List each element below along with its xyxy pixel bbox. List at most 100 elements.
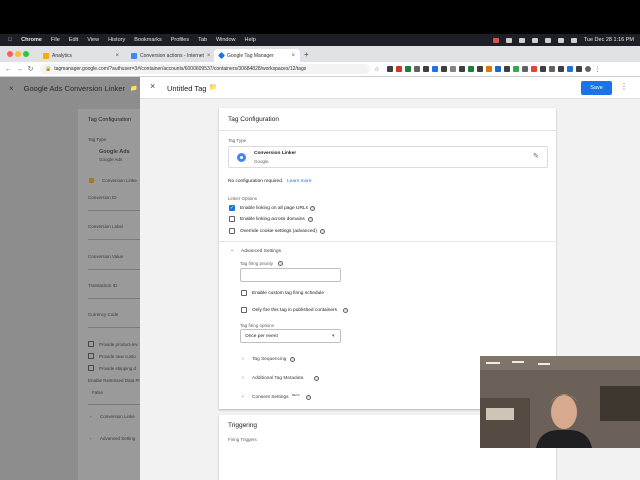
extension-icon[interactable] [522, 65, 529, 72]
advanced-settings-toggle[interactable]: Advanced Settings [241, 249, 281, 254]
menu-window[interactable]: Window [216, 37, 236, 43]
extension-icon[interactable] [405, 65, 412, 72]
menu-history[interactable]: History [108, 37, 125, 43]
extension-icon[interactable] [423, 65, 430, 72]
bookmark-star-icon[interactable]: ☆ [374, 66, 379, 73]
extension-icon[interactable] [414, 65, 421, 72]
clock[interactable]: Tue Dec 28 1:16 PM [584, 37, 634, 43]
extension-icon[interactable] [540, 65, 547, 72]
close-tab-icon[interactable]: × [291, 53, 295, 59]
extension-icon[interactable] [387, 65, 394, 72]
background-tag-sub: Google Ads [99, 157, 123, 162]
more-options-icon[interactable]: ⋮ [620, 82, 628, 91]
close-icon[interactable]: × [9, 84, 14, 93]
enable-linking-all-urls-checkbox[interactable]: ✓ [229, 205, 235, 211]
extension-icon[interactable] [504, 65, 511, 72]
url-text[interactable]: tagmanager.google.com/?authuser=3#/conta… [54, 66, 306, 72]
extension-icon[interactable] [432, 65, 439, 72]
back-icon[interactable]: ← [3, 66, 14, 73]
address-bar[interactable]: 🔒 tagmanager.google.com/?authuser=3#/con… [40, 64, 370, 74]
priority-input[interactable] [240, 268, 341, 282]
webcam-video [480, 356, 640, 448]
chevron-right-icon[interactable]: › [242, 375, 244, 381]
extension-icon[interactable] [459, 65, 466, 72]
firing-options-select[interactable]: Once per event ▾ [240, 329, 341, 343]
extension-icon[interactable] [396, 65, 403, 72]
tab-google-tag-manager[interactable]: Google Tag Manager × [214, 49, 300, 62]
override-cookie-settings-checkbox[interactable] [229, 228, 235, 234]
panel-header: × Untitled Tag 📁 Save ⋮ [140, 77, 640, 99]
menu-help[interactable]: Help [245, 37, 256, 43]
menu-chrome[interactable]: Chrome [21, 37, 42, 43]
published-only-checkbox[interactable] [241, 307, 247, 313]
menu-view[interactable]: View [87, 37, 99, 43]
menu-edit[interactable]: Edit [69, 37, 78, 43]
tab-analytics[interactable]: Analytics × [38, 49, 124, 62]
help-icon[interactable]: ? [343, 308, 348, 313]
extension-icon[interactable] [450, 65, 457, 72]
chevron-down-icon[interactable]: ⌄ [230, 247, 234, 253]
control-center-icon[interactable] [570, 37, 577, 43]
folder-icon[interactable]: 📁 [130, 85, 137, 92]
help-icon[interactable]: ? [320, 229, 325, 234]
status-icon[interactable] [505, 37, 512, 43]
lock-icon[interactable]: 🔒 [45, 66, 51, 72]
close-window-icon[interactable] [7, 51, 13, 57]
close-tab-icon[interactable]: × [115, 53, 119, 59]
help-icon[interactable]: ? [278, 261, 283, 266]
new-tab-button[interactable]: + [304, 50, 309, 59]
extension-icon[interactable] [531, 65, 538, 72]
extension-icon[interactable] [549, 65, 556, 72]
extension-icon[interactable] [558, 65, 565, 72]
extension-icon[interactable] [486, 65, 493, 72]
additional-metadata-toggle[interactable]: Additional Tag Metadata [252, 376, 303, 381]
minimize-window-icon[interactable] [15, 51, 21, 57]
custom-schedule-checkbox[interactable] [241, 290, 247, 296]
extension-icon[interactable] [468, 65, 475, 72]
apple-icon[interactable]:  [8, 37, 12, 43]
reload-icon[interactable]: ↻ [25, 65, 36, 73]
edit-pencil-icon[interactable]: ✎ [533, 152, 539, 160]
zoom-window-icon[interactable] [23, 51, 29, 57]
browser-menu-icon[interactable]: ⋮ [594, 66, 600, 73]
record-icon[interactable] [492, 37, 499, 43]
help-icon[interactable]: ? [308, 217, 313, 222]
close-panel-icon[interactable]: × [150, 81, 155, 91]
extension-icon[interactable] [441, 65, 448, 72]
chevron-right-icon[interactable]: › [242, 356, 244, 362]
wifi-icon[interactable] [544, 37, 551, 43]
option-label: Enable linking on all page URLs [240, 206, 308, 211]
forward-icon[interactable]: → [14, 66, 25, 73]
battery-icon[interactable] [531, 37, 538, 43]
custom-schedule-label: Enable custom tag firing schedule [252, 291, 324, 296]
tag-type-selector[interactable]: Conversion Linker Google ✎ [228, 146, 548, 168]
extension-icon[interactable] [576, 65, 583, 72]
consent-settings-toggle[interactable]: Consent Settings [252, 395, 289, 400]
save-button[interactable]: Save [581, 81, 612, 95]
menu-bookmarks[interactable]: Bookmarks [134, 37, 162, 43]
extension-icon[interactable] [567, 65, 574, 72]
tag-sequencing-toggle[interactable]: Tag Sequencing [252, 357, 286, 362]
chevron-right-icon[interactable]: › [242, 394, 244, 400]
tag-title[interactable]: Untitled Tag [167, 84, 206, 93]
help-icon[interactable]: ? [306, 395, 311, 400]
screen:  Chrome File Edit View History Bookmark… [0, 0, 640, 480]
status-icon[interactable] [518, 37, 525, 43]
extension-icon[interactable] [477, 65, 484, 72]
enable-linking-across-domains-checkbox[interactable] [229, 216, 235, 222]
menu-profiles[interactable]: Profiles [171, 37, 189, 43]
close-tab-icon[interactable]: × [207, 53, 211, 59]
menu-tab[interactable]: Tab [198, 37, 207, 43]
learn-more-link[interactable]: Learn more [287, 179, 312, 184]
extension-icon[interactable] [513, 65, 520, 72]
search-icon[interactable] [557, 37, 564, 43]
profile-avatar-icon[interactable] [585, 65, 592, 72]
browser-tab-strip: Analytics × Conversion actions - Interne… [0, 46, 640, 62]
folder-icon[interactable]: 📁 [209, 83, 217, 91]
help-icon[interactable]: ? [310, 206, 315, 211]
help-icon[interactable]: ? [290, 357, 295, 362]
tab-conversion-actions[interactable]: Conversion actions - Internet × [126, 49, 212, 62]
extension-icon[interactable] [495, 65, 502, 72]
help-icon[interactable]: ? [314, 376, 319, 381]
menu-file[interactable]: File [51, 37, 60, 43]
